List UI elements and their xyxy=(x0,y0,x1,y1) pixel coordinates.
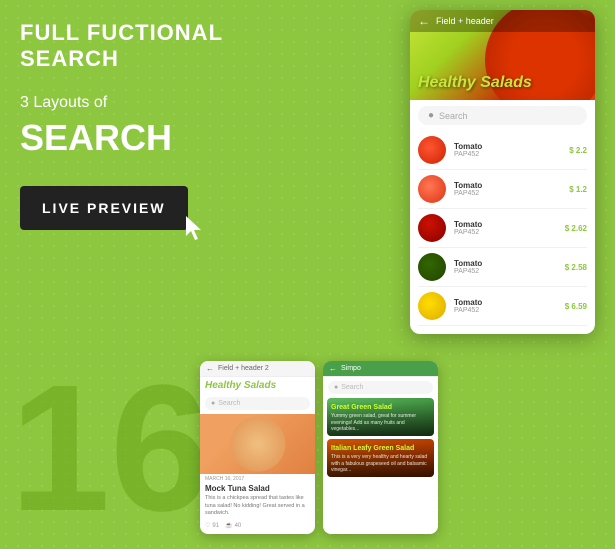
grid-card-title-1: Great Green Salad xyxy=(331,404,430,412)
phone-header-title: Healthy Salads xyxy=(418,74,532,92)
grid-card-image-2: Italian Leafy Green Salad This is a very… xyxy=(327,439,434,477)
search-label: SEARCH xyxy=(20,120,240,156)
small-phone2-nav: ← Simpo xyxy=(323,361,438,377)
search-placeholder-text: Search xyxy=(439,111,468,121)
live-preview-button[interactable]: LIVE PREVIEW xyxy=(20,186,188,230)
card-likes: ♡ 91 xyxy=(205,522,219,529)
search-icon: ● xyxy=(211,400,215,407)
item-code: PAP452 xyxy=(454,151,569,158)
small-search-placeholder: Search xyxy=(218,400,240,407)
item-code: PAP452 xyxy=(454,229,565,236)
item-code: PAP452 xyxy=(454,190,569,197)
back-arrow-icon: ← xyxy=(418,14,430,28)
item-image xyxy=(418,253,446,281)
phone-large-mockup: ← Field + header Healthy Salads ● Search… xyxy=(410,10,595,334)
item-info: Tomato PAP452 xyxy=(454,181,569,197)
list-item: Tomato PAP452 $ 6.59 xyxy=(418,287,587,326)
grid-card-overlay-2: Italian Leafy Green Salad This is a very… xyxy=(327,442,434,477)
item-name: Tomato xyxy=(454,220,565,229)
cursor-icon xyxy=(184,214,206,242)
card-title: Mock Tuna Salad xyxy=(200,484,315,495)
list-item: Tomato PAP452 $ 1.2 xyxy=(418,170,587,209)
phone-header-image: ← Field + header Healthy Salads xyxy=(410,10,595,100)
small-back-arrow: ← xyxy=(206,364,214,373)
card-date: MARCH 16, 2017 xyxy=(200,474,315,484)
small-search-bar[interactable]: ● Search xyxy=(205,397,310,410)
small-search-placeholder2: Search xyxy=(341,384,363,391)
item-image xyxy=(418,292,446,320)
list-item: Tomato PAP452 $ 2.58 xyxy=(418,248,587,287)
item-name: Tomato xyxy=(454,259,565,268)
card-description: This is a chickpea spread that tastes li… xyxy=(200,495,315,522)
item-code: PAP452 xyxy=(454,307,565,314)
phone-nav-bar: ← Field + header xyxy=(410,10,595,32)
small-search-bar2[interactable]: ● Search xyxy=(328,381,433,394)
small-nav-title2: Simpo xyxy=(341,365,361,372)
comments-count: 40 xyxy=(235,523,242,529)
item-price: $ 6.59 xyxy=(565,302,587,311)
phone-small-2: ← Simpo ● Search Great Green Salad Yummy… xyxy=(323,361,438,534)
item-image xyxy=(418,136,446,164)
live-preview-text: LIVE PREVIEW xyxy=(42,200,166,216)
item-price: $ 1.2 xyxy=(569,185,587,194)
heart-icon: ♡ xyxy=(205,522,210,529)
item-name: Tomato xyxy=(454,181,569,190)
item-price: $ 2.58 xyxy=(565,263,587,272)
list-item: Tomato PAP452 $ 2.2 xyxy=(418,131,587,170)
phone-list: Tomato PAP452 $ 2.2 Tomato PAP452 $ 1.2 … xyxy=(410,131,595,334)
item-info: Tomato PAP452 xyxy=(454,220,565,236)
item-info: Tomato PAP452 xyxy=(454,298,565,314)
phone-nav-title: Field + header xyxy=(436,16,494,26)
search-icon: ● xyxy=(428,110,434,121)
small-phone-nav: ← Field + header 2 xyxy=(200,361,315,377)
grid-card-1: Great Green Salad Yummy green salad, gre… xyxy=(327,398,434,436)
grid-card-title-2: Italian Leafy Green Salad xyxy=(331,445,430,453)
grid-card-overlay-1: Great Green Salad Yummy green salad, gre… xyxy=(327,401,434,436)
grid-card-image-1: Great Green Salad Yummy green salad, gre… xyxy=(327,398,434,436)
item-price: $ 2.62 xyxy=(565,224,587,233)
card-footer: ♡ 91 ☕ 40 xyxy=(200,522,315,534)
layouts-label: 3 Layouts of xyxy=(20,93,240,114)
grid-card-2: Italian Leafy Green Salad This is a very… xyxy=(327,439,434,477)
phones-small-row: ← Field + header 2 Healthy Salads ● Sear… xyxy=(200,361,438,534)
card-image-area xyxy=(200,414,315,474)
item-code: PAP452 xyxy=(454,268,565,275)
grid-card-desc-2: This is a very very healthy and hearty s… xyxy=(331,454,430,474)
search-icon2: ● xyxy=(334,384,338,391)
main-title: FULL FUCTIONAL SEARCH xyxy=(20,20,240,73)
grid-card-desc-1: Yummy green salad, great for summer even… xyxy=(331,413,430,433)
comment-icon: ☕ xyxy=(225,522,232,529)
item-price: $ 2.2 xyxy=(569,146,587,155)
item-name: Tomato xyxy=(454,298,565,307)
phone-search-bar[interactable]: ● Search xyxy=(418,106,587,125)
item-info: Tomato PAP452 xyxy=(454,142,569,158)
item-name: Tomato xyxy=(454,142,569,151)
small-nav-title: Field + header 2 xyxy=(218,365,269,372)
phone-small-1: ← Field + header 2 Healthy Salads ● Sear… xyxy=(200,361,315,534)
item-image xyxy=(418,175,446,203)
left-panel: FULL FUCTIONAL SEARCH 3 Layouts of SEARC… xyxy=(20,20,240,230)
small-header-title: Healthy Salads xyxy=(200,377,315,393)
main-content: 16 FULL FUCTIONAL SEARCH 3 Layouts of SE… xyxy=(0,0,615,549)
watermark-number: 16 xyxy=(10,359,210,539)
item-info: Tomato PAP452 xyxy=(454,259,565,275)
small-back-arrow2: ← xyxy=(329,364,337,373)
item-image xyxy=(418,214,446,242)
card-comments: ☕ 40 xyxy=(225,522,241,529)
list-item: Tomato PAP452 $ 2.62 xyxy=(418,209,587,248)
likes-count: 91 xyxy=(212,523,219,529)
